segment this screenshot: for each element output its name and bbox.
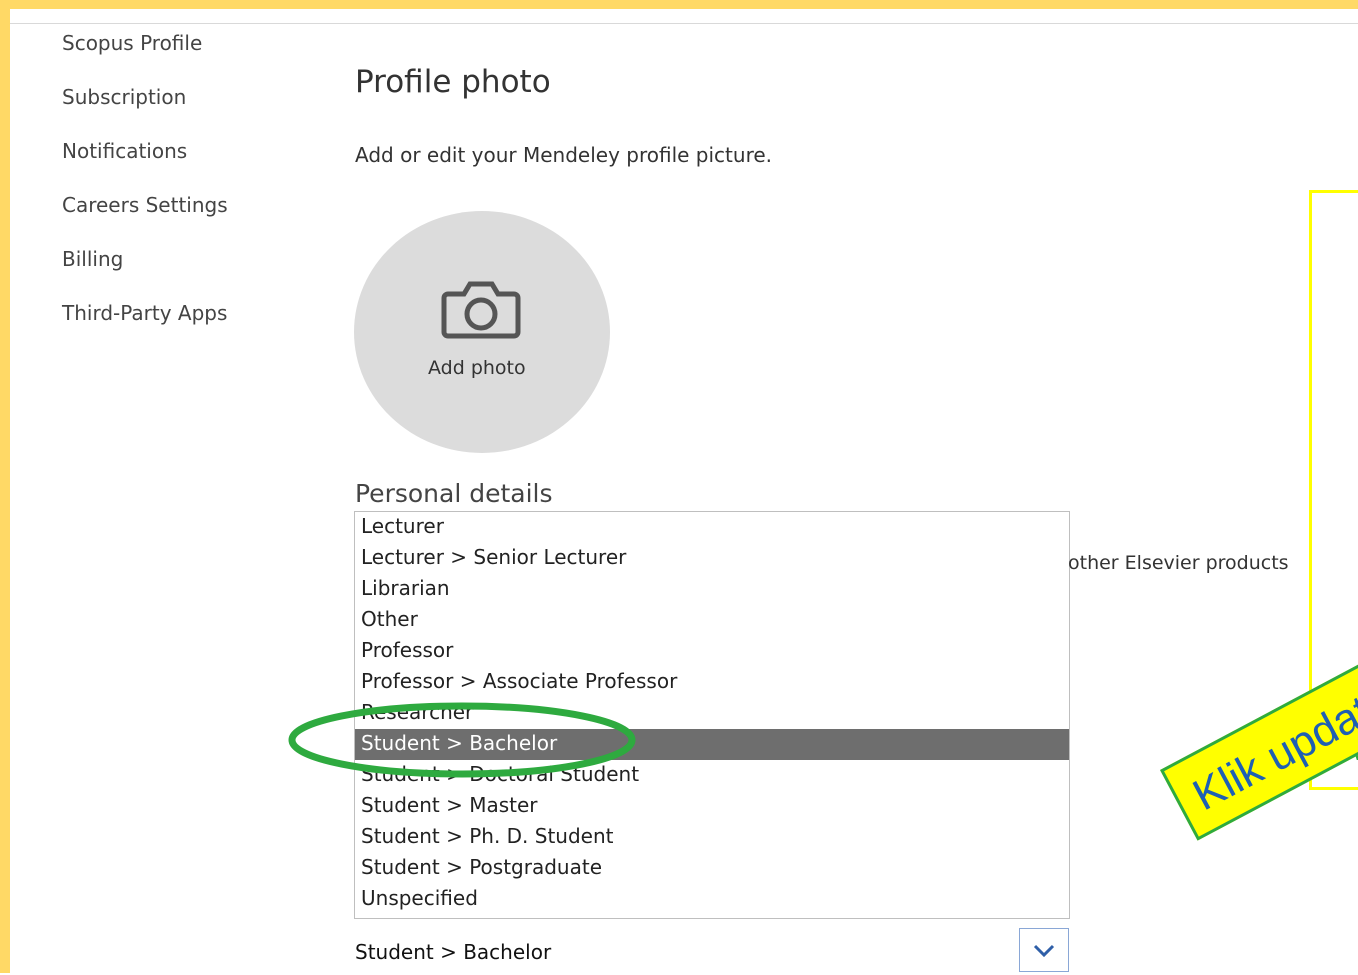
option-other[interactable]: Other — [355, 605, 1069, 636]
option-student-postgraduate[interactable]: Student > Postgraduate — [355, 853, 1069, 884]
other-products-text: other Elsevier products — [1068, 552, 1289, 574]
sidebar-item-third-party-apps[interactable]: Third-Party Apps — [62, 298, 302, 352]
option-student-phd[interactable]: Student > Ph. D. Student — [355, 822, 1069, 853]
sidebar-item-careers-settings[interactable]: Careers Settings — [62, 190, 302, 244]
option-unspecified[interactable]: Unspecified — [355, 884, 1069, 915]
sidebar-item-scopus-profile[interactable]: Scopus Profile — [62, 28, 302, 82]
top-divider — [10, 9, 1358, 24]
option-associate-professor[interactable]: Professor > Associate Professor — [355, 667, 1069, 698]
settings-sidebar: Scopus Profile Subscription Notification… — [62, 28, 302, 352]
personal-details-title: Personal details — [355, 479, 553, 508]
sidebar-item-notifications[interactable]: Notifications — [62, 136, 302, 190]
chevron-down-icon — [1033, 944, 1055, 958]
top-frame-border — [0, 0, 1358, 9]
option-senior-lecturer[interactable]: Lecturer > Senior Lecturer — [355, 543, 1069, 574]
position-select-value[interactable]: Student > Bachelor — [355, 940, 551, 964]
option-professor[interactable]: Professor — [355, 636, 1069, 667]
profile-photo-description: Add or edit your Mendeley profile pictur… — [355, 143, 773, 167]
position-select-toggle[interactable] — [1019, 928, 1069, 972]
camera-icon — [441, 281, 521, 339]
left-frame-border — [0, 0, 10, 973]
option-librarian[interactable]: Librarian — [355, 574, 1069, 605]
add-photo-label: Add photo — [428, 357, 526, 379]
profile-photo-title: Profile photo — [355, 64, 551, 100]
option-lecturer[interactable]: Lecturer — [355, 512, 1069, 543]
highlight-ellipse — [288, 702, 636, 778]
sidebar-item-billing[interactable]: Billing — [62, 244, 302, 298]
option-student-master[interactable]: Student > Master — [355, 791, 1069, 822]
sidebar-item-subscription[interactable]: Subscription — [62, 82, 302, 136]
